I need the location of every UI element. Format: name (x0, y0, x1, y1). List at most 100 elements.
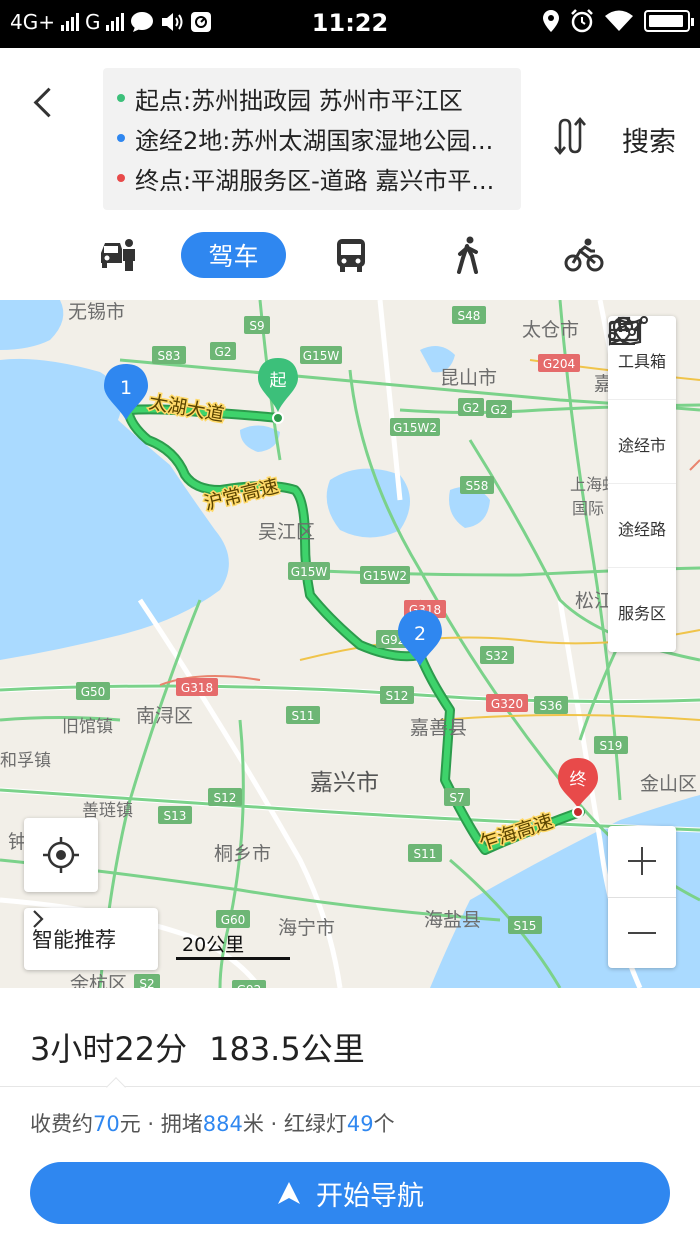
road-shield-label: G318 (181, 681, 213, 695)
end-point-text: 终点:平湖服务区-道路 嘉兴市平... (135, 166, 495, 195)
place-haiyan: 海盐县 (424, 909, 481, 931)
road-shield-label: G320 (491, 697, 523, 711)
status-bar: 4G+ G 11:22 (0, 0, 700, 48)
road-shield-label: S12 (386, 689, 409, 703)
road-label-huchang: 沪常高速 (202, 475, 281, 515)
tab-taxi[interactable] (95, 232, 141, 278)
place-taicang: 太仓市 (522, 319, 579, 341)
zoom-in-button[interactable] (608, 826, 676, 896)
start-dot-icon (117, 94, 125, 102)
route-summary-panel: 3小时22分 183.5公里 收费约70元 · 拥堵884米 · 红绿灯49个 … (0, 988, 700, 1244)
location-icon (543, 10, 559, 32)
road-shield-label: S36 (540, 699, 563, 713)
status-right (542, 9, 694, 33)
locate-button[interactable] (24, 818, 98, 892)
road-shield-label: S13 (164, 809, 187, 823)
via-road-label: 途经路 (617, 519, 666, 539)
start-navigation-label: 开始导航 (316, 1180, 424, 1212)
road-shield-label: S15 (514, 919, 537, 933)
via-dot-icon (117, 134, 125, 142)
tab-drive[interactable]: 驾车 (181, 232, 286, 278)
smart-recommend-button[interactable]: 智能推荐 (24, 908, 158, 970)
back-button[interactable] (22, 82, 62, 122)
road-shield-label: S83 (158, 349, 181, 363)
map-view[interactable]: 无锡市 太仓市 昆山市 嘉定 吴江区 上海虹桥 国际 松江 嘉善县 南浔区 旧馆… (0, 300, 700, 988)
service-area-button[interactable]: 服务区 (608, 317, 676, 652)
place-nanxun: 南浔区 (136, 705, 193, 727)
toll-prefix: 收费约 (30, 1112, 93, 1136)
toolbox-label: 工具箱 (617, 351, 666, 371)
road-shield-label: G2 (491, 403, 508, 417)
road-shield-label: G60 (221, 913, 246, 927)
service-area-label: 服务区 (617, 604, 666, 623)
route-input-box[interactable]: 起点:苏州拙政园 苏州市平江区 途经2地:苏州太湖国家湿地公园... 终点:平湖… (103, 68, 521, 210)
via-marker-2-label: 2 (414, 623, 426, 645)
bicycle-icon (564, 238, 604, 272)
jam-suffix: 米 · 红绿灯 (242, 1112, 347, 1136)
route-header: 起点:苏州拙政园 苏州市平江区 途经2地:苏州太湖国家湿地公园... 终点:平湖… (0, 48, 700, 300)
place-jiuguan: 旧馆镇 (62, 717, 113, 737)
road-shield-label: S11 (292, 709, 315, 723)
toll-suffix: 元 · 拥堵 (119, 1112, 203, 1136)
via-city-label: 途经市 (617, 435, 666, 455)
zoom-out-button[interactable] (608, 897, 676, 967)
walk-icon (457, 236, 478, 274)
road-shield-label: G15W2 (393, 421, 437, 435)
lake-north (0, 300, 64, 350)
start-navigation-button[interactable]: 开始导航 (30, 1162, 670, 1224)
road-shield-label: G15W2 (363, 569, 407, 583)
start-point-text: 起点:苏州拙政园 苏州市平江区 (135, 86, 463, 115)
wifi-icon (605, 10, 633, 31)
place-wujiang: 吴江区 (258, 521, 315, 543)
alarm-icon (571, 9, 593, 33)
road-shield-label: G2 (215, 345, 232, 359)
chevron-right-icon (33, 910, 44, 928)
tab-bus[interactable] (330, 232, 372, 278)
via-city-button[interactable]: 途经市 (608, 316, 676, 484)
place-guoji: 国际 (572, 499, 604, 518)
end-dot-icon (117, 174, 125, 182)
tab-walk[interactable] (448, 232, 488, 278)
road-shield-label: G204 (543, 357, 575, 371)
via-point-text: 途经2地:苏州太湖国家湿地公园... (135, 126, 494, 155)
locate-icon (43, 837, 79, 873)
caret-indicator (106, 1077, 126, 1097)
place-yuhang: 余杭区 (70, 973, 127, 988)
service-area-icon (608, 317, 642, 346)
start-point-row[interactable]: 起点:苏州拙政园 苏州市平江区 (117, 78, 521, 118)
place-hefu: 和孚镇 (0, 751, 51, 771)
route-details: 收费约70元 · 拥堵884米 · 红绿灯49个 (30, 1108, 395, 1138)
swap-route-icon[interactable] (552, 116, 588, 156)
tab-bike[interactable] (562, 232, 606, 278)
road-shield-label: S58 (466, 479, 489, 493)
road-label-zhahai: 乍海高速 (477, 810, 556, 854)
via-point-row[interactable]: 途经2地:苏州太湖国家湿地公园... (117, 118, 521, 158)
road-label-taihu: 太湖大道 (147, 391, 226, 426)
road-shield-label: G50 (81, 685, 106, 699)
lights-value: 49 (346, 1112, 374, 1136)
map-tools-panel: 工具箱 途经市 途经路 服务区 (608, 316, 676, 652)
road-shield-label: S12 (214, 791, 237, 805)
place-jinshan: 金山区 (640, 773, 697, 795)
road-shield-label: S32 (486, 649, 509, 663)
place-tongxiang: 桐乡市 (214, 843, 271, 865)
place-jiashan: 嘉善县 (410, 717, 467, 739)
via-road-button[interactable]: 途经路 (608, 316, 676, 568)
road-shield-label: S19 (600, 739, 623, 753)
end-point-row[interactable]: 终点:平湖服务区-道路 嘉兴市平... (117, 158, 521, 198)
road-shield-label: S11 (414, 847, 437, 861)
jam-value: 884 (202, 1112, 243, 1136)
bus-icon (337, 239, 365, 272)
lights-suffix: 个 (373, 1112, 395, 1136)
road-shield-label: S7 (449, 791, 464, 805)
search-button[interactable]: 搜索 (622, 120, 676, 159)
end-marker-label: 终 (570, 770, 587, 790)
place-jiaxing: 嘉兴市 (310, 770, 379, 796)
map-canvas: 无锡市 太仓市 昆山市 嘉定 吴江区 上海虹桥 国际 松江 嘉善县 南浔区 旧馆… (0, 300, 700, 988)
zoom-controls (608, 826, 676, 968)
route-distance: 183.5公里 (209, 1030, 365, 1068)
route-summary[interactable]: 3小时22分 183.5公里 (30, 1024, 365, 1070)
end-marker[interactable]: 终 (558, 758, 598, 818)
toll-value: 70 (93, 1112, 120, 1136)
road-shield-label: S9 (249, 319, 264, 333)
